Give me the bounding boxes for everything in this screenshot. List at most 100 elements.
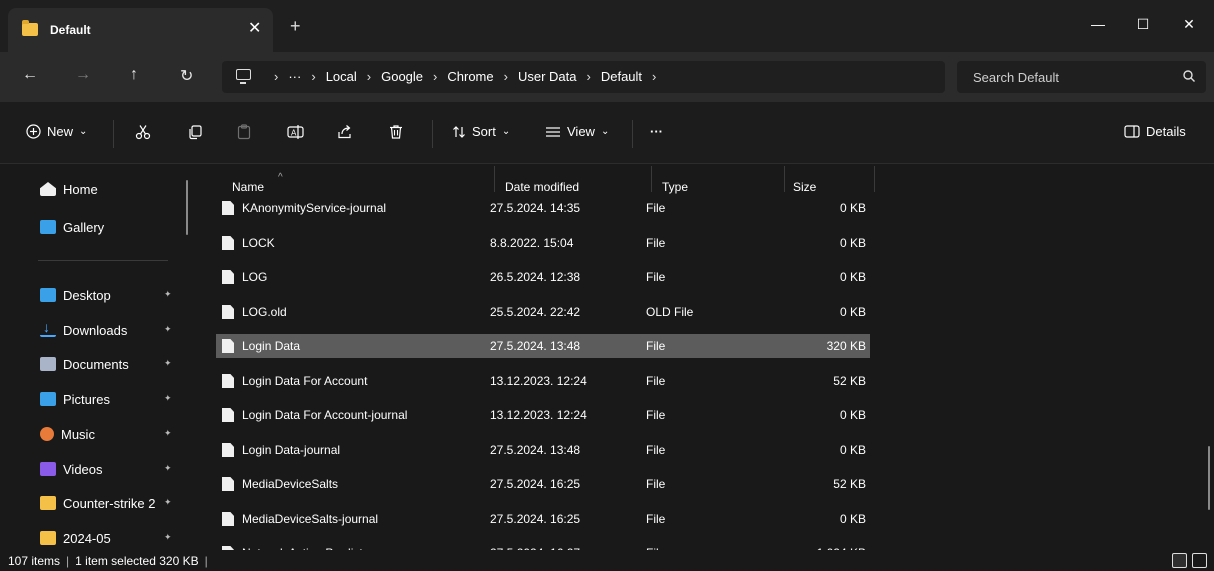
documents-icon — [40, 357, 56, 371]
navigation-pane: Home Gallery Desktop ✦ ↓ Downloads ✦ Documents ✦… — [0, 164, 200, 550]
sidebar-item-music[interactable]: Music — [40, 423, 95, 445]
details-view-icon[interactable] — [1172, 553, 1187, 568]
new-tab-button[interactable]: + — [290, 16, 301, 37]
file-row[interactable]: Network Action Predictor27.5.2024. 16:27… — [216, 541, 870, 550]
file-size: 320 KB — [826, 339, 866, 353]
file-icon — [222, 477, 234, 491]
breadcrumb-separator[interactable]: › — [504, 69, 508, 84]
column-divider[interactable] — [494, 166, 495, 192]
search-input[interactable]: Search Default — [957, 61, 1206, 93]
sidebar-item-label: Counter-strike 2 — [63, 495, 156, 511]
sidebar-item-2024-05[interactable]: 2024-05 — [40, 527, 111, 549]
file-type: File — [646, 236, 666, 250]
column-type-label: Type — [662, 180, 689, 194]
sidebar-scrollbar[interactable] — [186, 180, 188, 235]
breadcrumb-separator[interactable]: › — [587, 69, 591, 84]
more-options-button[interactable]: ··· — [650, 124, 663, 139]
file-size: 0 KB — [839, 443, 866, 457]
file-row[interactable]: Login Data-journal 27.5.2024. 13:48 File 0 … — [216, 438, 870, 462]
close-window-button[interactable]: ✕ — [1166, 10, 1212, 38]
file-row[interactable]: Login Data For Account-journal 13.12.2023… — [216, 403, 870, 427]
minimize-button[interactable]: — — [1075, 10, 1121, 38]
file-row[interactable]: KAnonymityService-journal 27.5.2024. 14:3… — [216, 196, 870, 220]
details-pane-button[interactable]: Details — [1124, 124, 1186, 139]
rename-icon: A — [287, 125, 304, 139]
breadcrumb-separator[interactable]: › — [311, 69, 315, 84]
cut-button[interactable] — [135, 124, 151, 140]
file-name: LOG.old — [242, 305, 287, 319]
breadcrumb-item[interactable]: User Data — [518, 69, 577, 84]
paste-button[interactable] — [236, 124, 252, 140]
breadcrumb-item[interactable]: Local — [326, 69, 357, 84]
chevron-down-icon: ⌄ — [501, 126, 511, 137]
column-divider[interactable] — [651, 166, 652, 192]
forward-button[interactable]: → — [75, 66, 91, 84]
file-row[interactable]: Login Data For Account 13.12.2023. 12:24 F… — [216, 369, 870, 393]
new-button[interactable]: New ⌄ — [26, 124, 87, 139]
sidebar-item-documents[interactable]: Documents — [40, 353, 129, 375]
file-row[interactable]: Login Data 27.5.2024. 13:48 File 320 KB — [216, 334, 870, 358]
delete-button[interactable] — [388, 124, 404, 140]
copy-button[interactable] — [187, 124, 203, 140]
file-size: 0 KB — [839, 512, 866, 526]
sidebar-item-counter-strike-2[interactable]: Counter-strike 2 — [40, 492, 155, 514]
status-bar: 107 items | 1 item selected 320 KB | — [0, 550, 1214, 571]
large-icons-view-icon[interactable] — [1192, 553, 1207, 568]
copy-icon — [189, 125, 202, 140]
sidebar-item-pictures[interactable]: Pictures — [40, 388, 110, 410]
file-row[interactable]: LOG 26.5.2024. 12:38 File 0 KB — [216, 265, 870, 289]
divider — [113, 120, 114, 148]
breadcrumb-item[interactable]: Default — [601, 69, 642, 84]
file-icon — [222, 374, 234, 388]
sort-button[interactable]: Sort ⌄ — [452, 124, 510, 139]
breadcrumb-more-button[interactable]: ··· — [288, 69, 301, 84]
folder-icon — [40, 496, 56, 510]
sidebar-item-videos[interactable]: Videos — [40, 458, 103, 480]
breadcrumb-separator[interactable]: › — [433, 69, 437, 84]
file-name: MediaDeviceSalts-journal — [242, 512, 379, 526]
file-row[interactable]: MediaDeviceSalts-journal 27.5.2024. 16:25… — [216, 507, 870, 531]
tab-default[interactable]: Default ✕ — [8, 8, 273, 52]
file-row[interactable]: MediaDeviceSalts 27.5.2024. 16:25 File 52 K… — [216, 472, 870, 496]
view-button-label: View — [567, 124, 595, 139]
column-divider[interactable] — [874, 166, 875, 192]
file-date-modified: 13.12.2023. 12:24 — [490, 374, 587, 388]
sort-icon — [453, 125, 465, 138]
sidebar-item-home[interactable]: Home — [40, 178, 98, 200]
file-row[interactable]: LOG.old 25.5.2024. 22:42 OLD File 0 KB — [216, 300, 870, 324]
column-name-label: Name — [232, 180, 265, 194]
share-button[interactable] — [337, 124, 353, 140]
file-type: File — [646, 477, 666, 491]
file-type: File — [646, 339, 666, 353]
back-button[interactable]: ← — [22, 66, 38, 84]
view-button[interactable]: View ⌄ — [545, 124, 609, 139]
view-lines-icon — [546, 126, 560, 137]
file-type: File — [646, 270, 666, 284]
title-bar: Default ✕ + — ☐ ✕ — [0, 0, 1214, 52]
sidebar-item-gallery[interactable]: Gallery — [40, 216, 104, 238]
up-button[interactable]: ↑ — [130, 66, 138, 84]
file-size: 52 KB — [833, 374, 866, 388]
rename-button[interactable]: A — [287, 124, 304, 140]
sidebar-item-label: Pictures — [63, 391, 110, 407]
breadcrumb-separator[interactable]: › — [367, 69, 371, 84]
plus-circle-icon — [26, 124, 41, 139]
close-tab-icon[interactable]: ✕ — [248, 18, 261, 38]
file-list-scrollbar[interactable] — [1208, 446, 1210, 510]
search-icon[interactable] — [1182, 69, 1196, 83]
breadcrumb-item[interactable]: Chrome — [447, 69, 493, 84]
file-row[interactable]: LOCK 8.8.2022. 15:04 File 0 KB — [216, 231, 870, 255]
sidebar-item-desktop[interactable]: Desktop — [40, 284, 111, 306]
pin-icon: ✦ — [164, 358, 172, 368]
maximize-button[interactable]: ☐ — [1120, 10, 1166, 38]
column-divider[interactable] — [784, 166, 785, 192]
file-name: Login Data — [242, 339, 301, 353]
refresh-button[interactable]: ↻ — [180, 66, 193, 86]
breadcrumb-separator[interactable]: › — [652, 69, 656, 84]
breadcrumb-item[interactable]: Google — [381, 69, 423, 84]
address-bar[interactable]: › ··· › Local › Google › Chrome › User Data › Def… — [222, 61, 945, 93]
sidebar-item-downloads[interactable]: ↓ Downloads — [40, 319, 127, 341]
home-icon — [40, 182, 56, 196]
file-name: Login Data-journal — [242, 443, 341, 457]
sort-button-label: Sort — [472, 124, 496, 139]
